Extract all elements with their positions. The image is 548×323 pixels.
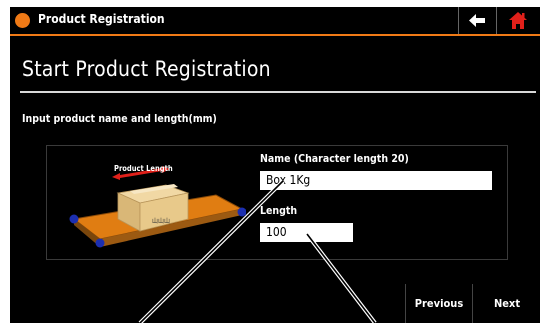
product-name-input[interactable]: Box 1Kg (260, 171, 492, 190)
name-field-label: Name (Character length 20) (260, 153, 409, 165)
home-icon (509, 12, 527, 29)
product-length-label: Product Length (114, 164, 173, 173)
previous-button[interactable]: Previous (405, 284, 472, 323)
page-title: Start Product Registration (22, 57, 271, 81)
title-bar: Product Registration (10, 7, 540, 36)
title-bar-divider (496, 7, 497, 34)
roller-icon (69, 214, 79, 224)
conveyor-illustration: 山山山 Product Length (69, 164, 246, 248)
length-field-label: Length (260, 205, 298, 217)
window-title: Product Registration (38, 12, 165, 26)
length-input[interactable]: 100 (260, 223, 353, 242)
next-button[interactable]: Next (472, 284, 541, 323)
title-divider (20, 91, 536, 93)
box-marking: 山山山 (152, 217, 170, 225)
instruction-text: Input product name and length(mm) (22, 113, 217, 125)
back-button[interactable] (459, 7, 495, 34)
roller-icon (95, 238, 105, 248)
arrow-left-icon (469, 14, 485, 27)
app-window: Product Registration Start Product Regis… (10, 7, 540, 323)
home-button[interactable] (500, 7, 536, 34)
app-status-icon (15, 13, 30, 28)
screenshot-frame: Product Registration Start Product Regis… (0, 0, 548, 323)
